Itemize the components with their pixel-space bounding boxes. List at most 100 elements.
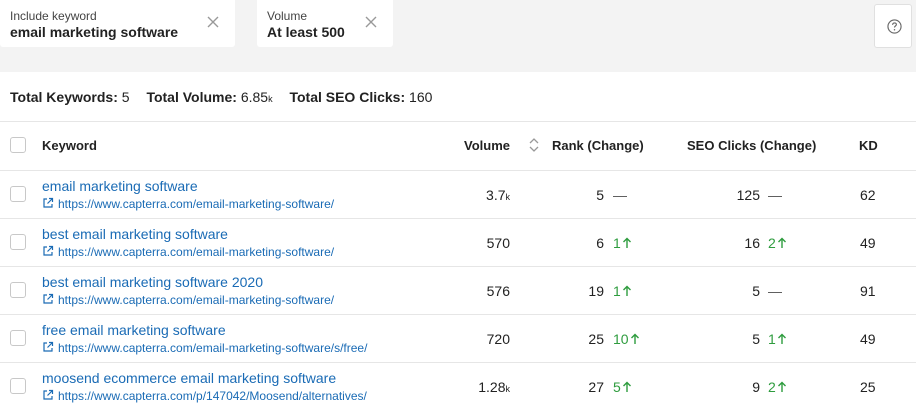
total-clicks-label: Total SEO Clicks: (289, 89, 406, 105)
table-row: email marketing software https://www.capt… (0, 170, 916, 218)
url-text: https://www.capterra.com/p/147042/Moosen… (58, 389, 367, 403)
clicks-change-value: 2 (768, 379, 776, 395)
total-keywords-value: 5 (121, 89, 130, 105)
external-link-icon (43, 389, 54, 400)
keyword-link[interactable]: moosend ecommerce email marketing softwa… (42, 370, 336, 386)
arrow-up-icon (622, 381, 631, 392)
rank-change: — (613, 187, 627, 203)
total-keywords-label: Total Keywords: (10, 89, 118, 105)
clicks-value: 5 (752, 283, 760, 299)
row-checkbox[interactable] (10, 282, 26, 298)
external-link-icon (43, 245, 54, 256)
help-button[interactable] (874, 4, 912, 48)
filter-value: At least 500 (267, 24, 345, 40)
clicks-change: 2 (768, 379, 787, 395)
header-kd[interactable]: KD (859, 138, 878, 153)
keyword-link[interactable]: free email marketing software (42, 322, 226, 338)
arrow-up-icon (630, 333, 639, 344)
rank-change-value: — (613, 187, 627, 203)
url-text: https://www.capterra.com/email-marketing… (58, 341, 368, 355)
keyword-link[interactable]: email marketing software (42, 178, 198, 194)
clicks-change-value: 2 (768, 235, 776, 251)
external-link-icon (43, 293, 54, 304)
header-keyword[interactable]: Keyword (42, 138, 97, 153)
arrow-up-icon (622, 285, 631, 296)
clicks-change-value: 1 (768, 331, 776, 347)
total-clicks-value: 160 (409, 89, 433, 105)
row-checkbox[interactable] (10, 330, 26, 346)
clicks-value: 5 (752, 331, 760, 347)
close-icon[interactable] (363, 14, 379, 30)
header-volume[interactable]: Volume (440, 138, 510, 153)
volume-unit: k (505, 192, 511, 202)
arrow-up-icon (622, 237, 631, 248)
sort-icon[interactable] (528, 137, 540, 153)
rank-value: 27 (588, 379, 604, 395)
total-volume-label: Total Volume: (146, 89, 237, 105)
header-rank[interactable]: Rank (Change) (552, 138, 644, 153)
select-all-checkbox[interactable] (10, 137, 26, 153)
rank-change-value: 10 (613, 331, 629, 347)
volume-unit: k (505, 384, 511, 394)
rank-value: 5 (596, 187, 604, 203)
close-icon[interactable] (205, 14, 221, 30)
url-link[interactable]: https://www.capterra.com/p/147042/Moosen… (42, 389, 367, 403)
url-link[interactable]: https://www.capterra.com/email-marketing… (42, 293, 334, 307)
question-icon (887, 19, 902, 34)
clicks-change: 2 (768, 235, 787, 251)
volume-value: 720 (486, 331, 510, 347)
rank-change-value: 1 (613, 235, 621, 251)
filter-label: Include keyword (10, 9, 97, 23)
filter-chip-keyword[interactable]: Include keyword email marketing software (0, 0, 235, 47)
rank-change-value: 1 (613, 283, 621, 299)
table-header: Keyword Volume Rank (Change) SEO Clicks … (0, 121, 916, 170)
table-row: best email marketing software https://www… (0, 218, 916, 266)
keyword-link[interactable]: best email marketing software 2020 (42, 274, 263, 290)
keyword-link[interactable]: best email marketing software (42, 226, 228, 242)
url-link[interactable]: https://www.capterra.com/email-marketing… (42, 197, 334, 211)
url-link[interactable]: https://www.capterra.com/email-marketing… (42, 245, 334, 259)
external-link-icon (43, 341, 54, 352)
kd-value: 49 (860, 235, 876, 251)
kd-value: 25 (860, 379, 876, 395)
rank-value: 25 (588, 331, 604, 347)
kd-value: 62 (860, 187, 876, 203)
external-link-icon (43, 197, 54, 208)
volume-cell: 1.28k (430, 379, 510, 395)
rank-value: 6 (596, 235, 604, 251)
rank-change: 10 (613, 331, 640, 347)
volume-cell: 3.7k (430, 187, 510, 203)
filter-chip-volume[interactable]: Volume At least 500 (257, 0, 393, 47)
url-text: https://www.capterra.com/email-marketing… (58, 197, 335, 211)
total-volume-unit: k (268, 94, 273, 104)
keywords-table: Keyword Volume Rank (Change) SEO Clicks … (0, 121, 916, 409)
volume-cell: 576 (430, 283, 510, 299)
clicks-value: 125 (736, 187, 760, 203)
table-row: moosend ecommerce email marketing softwa… (0, 362, 916, 409)
clicks-value: 16 (744, 235, 760, 251)
filter-value: email marketing software (10, 24, 179, 40)
row-checkbox[interactable] (10, 186, 26, 202)
clicks-change: — (768, 283, 782, 299)
rank-value: 19 (588, 283, 604, 299)
url-link[interactable]: https://www.capterra.com/email-marketing… (42, 341, 367, 355)
header-seo-clicks[interactable]: SEO Clicks (Change) (687, 138, 816, 153)
filter-label: Volume (267, 9, 308, 23)
clicks-value: 9 (752, 379, 760, 395)
row-checkbox[interactable] (10, 378, 26, 394)
url-text: https://www.capterra.com/email-marketing… (58, 293, 335, 307)
clicks-change: 1 (768, 331, 787, 347)
volume-value: 3.7 (486, 187, 506, 203)
row-checkbox[interactable] (10, 234, 26, 250)
rank-change: 1 (613, 283, 632, 299)
volume-cell: 720 (430, 331, 510, 347)
clicks-change: — (768, 187, 782, 203)
arrow-up-icon (777, 333, 786, 344)
rank-change: 5 (613, 379, 632, 395)
arrow-up-icon (777, 237, 786, 248)
volume-cell: 570 (430, 235, 510, 251)
table-row: free email marketing software https://www… (0, 314, 916, 362)
rank-change-value: 5 (613, 379, 621, 395)
total-volume-value: 6.85 (240, 89, 269, 105)
volume-value: 570 (486, 235, 510, 251)
